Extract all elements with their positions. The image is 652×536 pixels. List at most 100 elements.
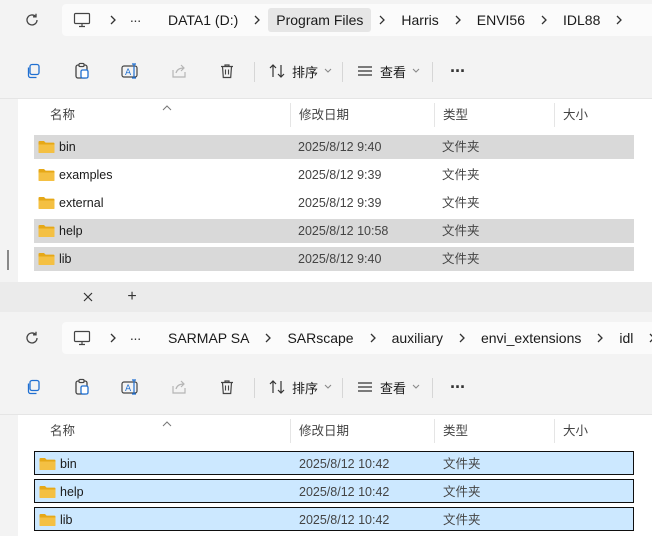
breadcrumb-label: envi_extensions (480, 330, 582, 346)
explorer-window-2: + ··· SARMAP SA SARscape auxiliary envi_ext… (0, 282, 652, 536)
address-bar[interactable]: ··· DATA1 (D:) Program Files Harris ENVI56 I… (62, 4, 652, 36)
divider (432, 62, 433, 82)
type-cell: 文件夹 (443, 513, 481, 527)
refresh-icon[interactable] (20, 8, 44, 32)
breadcrumb-item[interactable]: Program Files (268, 4, 372, 36)
chevron-right-icon[interactable] (533, 15, 555, 25)
paste-icon[interactable] (73, 58, 91, 84)
file-row[interactable]: help 2025/8/12 10:42 文件夹 (34, 479, 634, 503)
folder-icon (38, 196, 55, 210)
file-row[interactable]: lib 2025/8/12 10:42 文件夹 (34, 507, 634, 531)
sort-button[interactable]: 排序 (268, 374, 332, 400)
view-list-icon (358, 66, 372, 76)
folder-icon (38, 224, 55, 238)
breadcrumb-label: DATA1 (D:) (168, 12, 239, 28)
column-type[interactable]: 类型 (435, 103, 555, 127)
breadcrumb-item[interactable]: IDL88 (555, 4, 608, 36)
rename-icon[interactable]: A (120, 58, 140, 84)
chevron-right-icon[interactable] (362, 333, 384, 343)
more-options-button[interactable]: ··· (450, 58, 466, 84)
breadcrumb-label: SARscape (287, 330, 354, 346)
breadcrumb-item[interactable]: Harris (393, 4, 446, 36)
sort-label: 排序 (292, 380, 319, 396)
more-locations-icon[interactable]: ··· (124, 12, 146, 28)
view-label: 查看 (380, 64, 407, 80)
computer-icon[interactable] (62, 12, 102, 28)
column-size[interactable]: 大小 (555, 419, 635, 443)
folder-icon (39, 513, 56, 527)
column-size[interactable]: 大小 (555, 103, 635, 127)
column-name[interactable]: 名称 (42, 103, 291, 127)
breadcrumb-item[interactable]: envi_extensions (473, 322, 589, 354)
column-type[interactable]: 类型 (435, 419, 555, 443)
breadcrumb-label: ENVI56 (476, 12, 525, 28)
column-name[interactable]: 名称 (42, 419, 291, 443)
chevron-right-icon[interactable] (641, 333, 652, 343)
breadcrumb: DATA1 (D:) Program Files Harris ENVI56 IDL88 (160, 4, 630, 36)
command-bar: A 排序 查看 ··· (0, 46, 652, 96)
file-row[interactable]: examples 2025/8/12 9:39 文件夹 (34, 163, 634, 187)
name-cell: lib (39, 508, 73, 532)
sort-button[interactable]: 排序 (268, 58, 332, 84)
chevron-down-icon (412, 68, 420, 73)
column-date[interactable]: 修改日期 (291, 419, 435, 443)
type-cell: 文件夹 (442, 140, 480, 154)
copy-icon[interactable] (24, 58, 42, 84)
delete-icon[interactable] (218, 58, 236, 84)
chevron-right-icon[interactable] (608, 15, 630, 25)
type-cell: 文件夹 (442, 224, 480, 238)
address-row: ··· SARMAP SA SARscape auxiliary envi_exten… (0, 318, 652, 358)
scrollbar[interactable] (7, 250, 9, 270)
address-bar[interactable]: ··· SARMAP SA SARscape auxiliary envi_exten… (62, 322, 652, 354)
file-row[interactable]: bin 2025/8/12 10:42 文件夹 (34, 451, 634, 475)
delete-icon[interactable] (218, 374, 236, 400)
breadcrumb-label: idl (619, 330, 634, 346)
name-cell: bin (38, 135, 76, 159)
breadcrumb-item[interactable]: SARMAP SA (160, 322, 257, 354)
sort-label: 排序 (292, 64, 319, 80)
chevron-right-icon[interactable] (371, 15, 393, 25)
type-cell: 文件夹 (442, 168, 480, 182)
rename-icon[interactable]: A (120, 374, 140, 400)
paste-icon[interactable] (73, 374, 91, 400)
command-bar: A 排序 查看 ··· (0, 362, 652, 412)
breadcrumb-item[interactable]: ENVI56 (469, 4, 533, 36)
breadcrumb-item[interactable]: SARscape (279, 322, 361, 354)
refresh-icon[interactable] (20, 326, 44, 350)
file-name: help (59, 224, 83, 238)
share-icon[interactable] (170, 374, 188, 400)
breadcrumb-item[interactable]: auxiliary (384, 322, 451, 354)
divider (254, 378, 255, 398)
chevron-right-icon[interactable] (246, 15, 268, 25)
file-row[interactable]: bin 2025/8/12 9:40 文件夹 (34, 135, 634, 159)
sort-icon (269, 380, 285, 394)
file-row[interactable]: help 2025/8/12 10:58 文件夹 (34, 219, 634, 243)
file-rows: bin 2025/8/12 10:42 文件夹 help 2025/8/12 10:42… (34, 451, 634, 535)
breadcrumb-item[interactable]: idl (611, 322, 641, 354)
chevron-right-icon[interactable] (257, 333, 279, 343)
computer-icon[interactable] (62, 330, 102, 346)
divider (432, 378, 433, 398)
chevron-down-icon (324, 68, 332, 73)
chevron-right-icon[interactable] (102, 333, 124, 343)
file-row[interactable]: external 2025/8/12 9:39 文件夹 (34, 191, 634, 215)
copy-icon[interactable] (24, 374, 42, 400)
new-tab-button[interactable]: + (124, 288, 140, 305)
column-date[interactable]: 修改日期 (291, 103, 435, 127)
chevron-right-icon[interactable] (447, 15, 469, 25)
more-locations-icon[interactable]: ··· (124, 330, 146, 346)
share-icon[interactable] (170, 58, 188, 84)
file-row[interactable]: lib 2025/8/12 9:40 文件夹 (34, 247, 634, 271)
chevron-right-icon[interactable] (589, 333, 611, 343)
file-name: help (60, 485, 84, 499)
view-list-icon (358, 382, 372, 392)
chevron-right-icon[interactable] (451, 333, 473, 343)
more-options-button[interactable]: ··· (450, 374, 466, 400)
view-button[interactable]: 查看 (356, 58, 420, 84)
view-button[interactable]: 查看 (356, 374, 420, 400)
chevron-right-icon[interactable] (102, 15, 124, 25)
close-tab-icon[interactable] (80, 289, 96, 305)
breadcrumb-item[interactable]: DATA1 (D:) (160, 4, 246, 36)
chevron-down-icon (412, 384, 420, 389)
view-label: 查看 (380, 380, 407, 396)
